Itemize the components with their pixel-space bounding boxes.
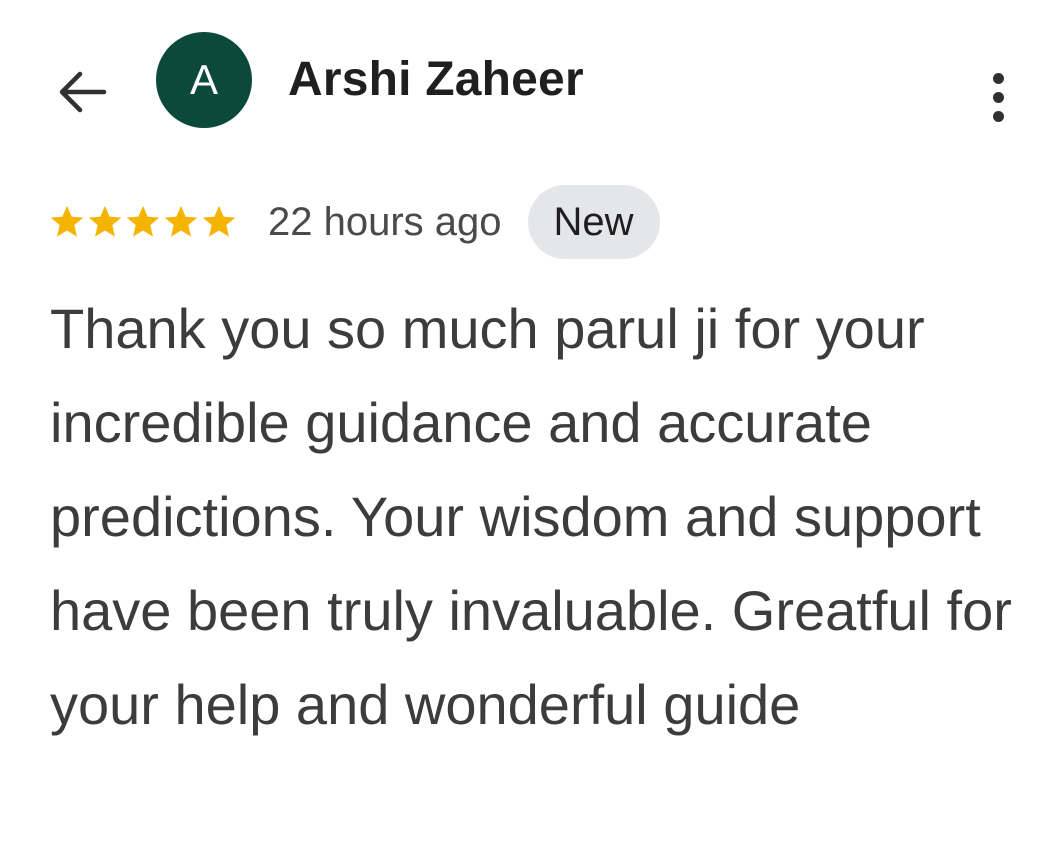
- review-text: Thank you so much parul ji for your incr…: [50, 297, 1012, 736]
- more-vert-icon: [992, 72, 1004, 84]
- more-vert-icon-dot: [992, 110, 1004, 122]
- review-timestamp: 22 hours ago: [268, 199, 502, 244]
- star-icon: [88, 205, 122, 237]
- more-options-button[interactable]: [978, 62, 1018, 132]
- new-badge: New: [527, 185, 660, 259]
- author-name[interactable]: Arshi Zaheer: [288, 52, 584, 107]
- star-icon: [126, 205, 160, 237]
- arrow-left-icon: [59, 71, 107, 113]
- avatar[interactable]: A: [156, 32, 252, 128]
- star-icon: [202, 205, 236, 237]
- star-icon: [50, 205, 84, 237]
- review-meta: 22 hours ago New: [48, 185, 660, 259]
- star-rating: [48, 203, 238, 241]
- avatar-initial: A: [189, 56, 218, 103]
- more-vert-icon-dot: [992, 91, 1004, 103]
- star-icon: [164, 205, 198, 237]
- back-button[interactable]: [50, 60, 114, 124]
- review-header: A Arshi Zaheer: [0, 30, 1056, 134]
